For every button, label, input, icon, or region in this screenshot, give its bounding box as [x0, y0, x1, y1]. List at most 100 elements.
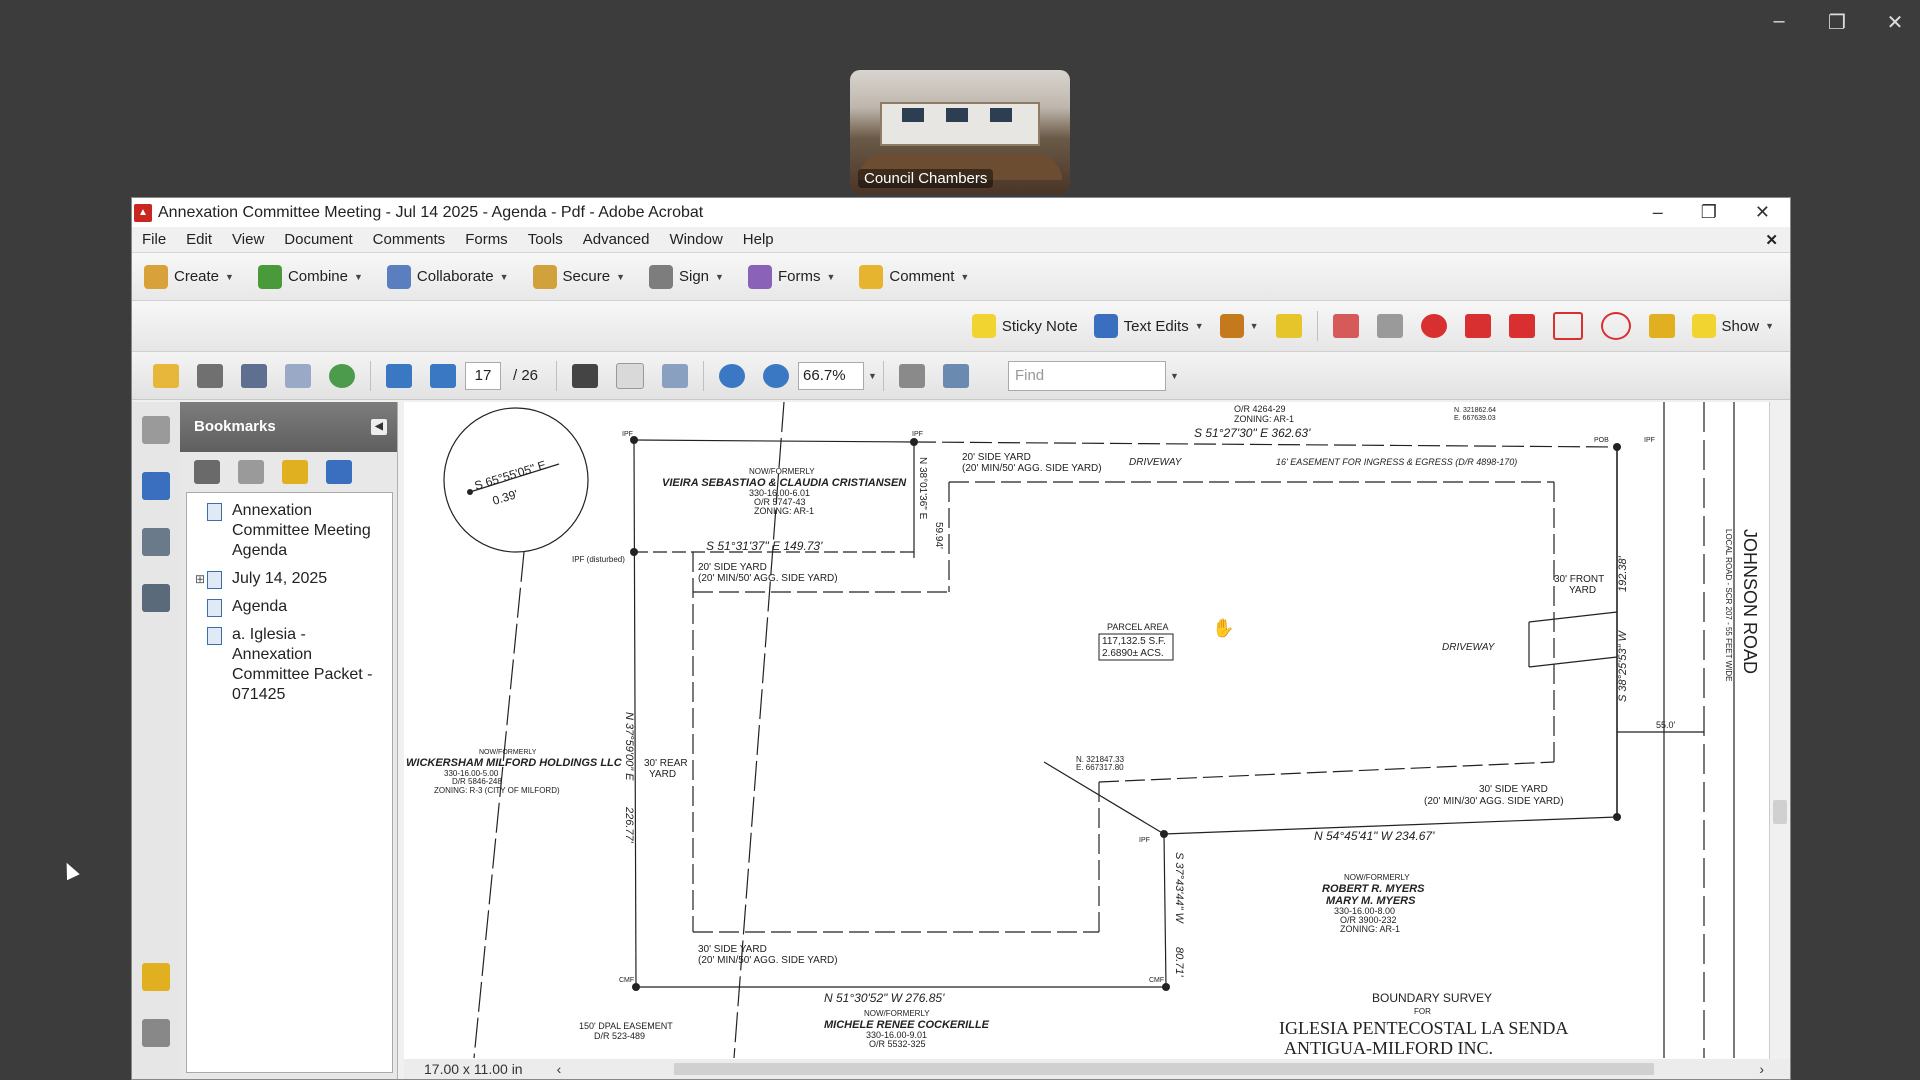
comments-panel-icon[interactable] — [142, 963, 170, 991]
restore-button[interactable]: ❐ — [1701, 202, 1717, 223]
document-view[interactable]: S 65°55'05" E 0.39' NOW/FORMERLY VIEIRA … — [404, 402, 1770, 1059]
menu-advanced[interactable]: Advanced — [573, 231, 660, 248]
navigation-toolbar: 17 / 26 66.7% ▼ Find ▼ — [132, 352, 1790, 400]
chevron-down-icon: ▼ — [353, 271, 363, 282]
email-icon[interactable] — [285, 363, 311, 388]
rectangle-icon[interactable] — [1552, 312, 1583, 340]
menu-file[interactable]: File — [132, 231, 176, 248]
open-folder-icon[interactable] — [153, 363, 179, 388]
title-bar: ▲ Annexation Committee Meeting - Jul 14 … — [132, 198, 1790, 227]
secure-label: Secure — [562, 268, 611, 285]
zoom-out-icon[interactable] — [719, 363, 746, 388]
vertical-scrollbar[interactable] — [1769, 402, 1790, 1059]
share-icon[interactable] — [329, 363, 355, 388]
callout-icon[interactable] — [1332, 314, 1359, 338]
host-minimize-button[interactable]: – — [1764, 10, 1794, 35]
expand-plus-icon[interactable]: ⊞ — [195, 569, 205, 589]
fit-page-icon[interactable] — [942, 363, 969, 388]
scrollbar-thumb[interactable] — [1773, 800, 1787, 824]
close-button[interactable]: ✕ — [1755, 202, 1770, 223]
textbox-icon[interactable] — [1376, 314, 1403, 338]
close-document-icon[interactable]: ✕ — [1755, 231, 1790, 249]
owner-right-1: ROBERT R. MYERS — [1322, 883, 1425, 895]
side-yard-4: 30' SIDE YARD — [698, 944, 767, 955]
show-button[interactable]: Show ▼ — [1684, 314, 1782, 338]
sticky-note-button[interactable]: Sticky Note — [964, 314, 1086, 338]
bookmark-item[interactable]: ⊞ July 14, 2025 — [187, 567, 392, 595]
horizontal-scrollbar-thumb[interactable] — [674, 1063, 1654, 1075]
front-yard-b: YARD — [1569, 585, 1596, 596]
bearing-s37: S 37°43'44" W — [1173, 852, 1185, 925]
signatures-panel-icon[interactable] — [142, 584, 170, 612]
zoom-tool-icon[interactable] — [662, 363, 689, 388]
survey-plat: S 65°55'05" E 0.39' NOW/FORMERLY VIEIRA … — [406, 402, 1760, 1059]
stamp-button[interactable]: ▼ — [1212, 314, 1267, 338]
cloud-icon[interactable] — [1420, 314, 1447, 338]
owner-left-or: D/R 5846-248 — [452, 777, 502, 786]
page-number-input[interactable]: 17 — [465, 361, 501, 390]
bookmarks-panel-icon[interactable] — [142, 472, 170, 500]
menu-comments[interactable]: Comments — [363, 231, 456, 248]
highlight-text-icon[interactable] — [1275, 314, 1302, 338]
attachments-paperclip-icon[interactable] — [142, 1019, 170, 1047]
host-close-button[interactable]: ✕ — [1880, 10, 1910, 35]
select-text-icon[interactable] — [572, 363, 599, 388]
bookmark-label: July 14, 2025 — [232, 570, 328, 587]
parcel-title: PARCEL AREA — [1107, 622, 1169, 632]
forms-button[interactable]: Forms ▼ — [736, 264, 847, 289]
collapse-panel-icon[interactable]: ◀ — [371, 419, 387, 435]
video-thumbnail[interactable]: Council Chambers — [850, 70, 1070, 194]
pencil-icon[interactable] — [1648, 314, 1675, 338]
scroll-left-icon[interactable]: ‹ — [557, 1061, 562, 1077]
chevron-down-icon: ▼ — [616, 271, 625, 282]
menu-window[interactable]: Window — [659, 231, 732, 248]
bookmark-item[interactable]: Agenda — [187, 595, 392, 623]
secure-button[interactable]: Secure ▼ — [521, 264, 637, 289]
find-input[interactable]: Find — [1007, 360, 1166, 391]
scrolling-mode-icon[interactable] — [898, 363, 925, 388]
text-edits-button[interactable]: Text Edits ▼ — [1086, 314, 1212, 338]
bookmark-item[interactable]: a. Iglesia - Annexation Committee Packet… — [187, 623, 392, 711]
zoom-level-field[interactable]: 66.7% — [798, 361, 865, 390]
comment-button[interactable]: Comment ▼ — [847, 264, 981, 289]
sign-button[interactable]: Sign ▼ — [637, 264, 736, 289]
forms-label: Forms — [777, 268, 821, 285]
rear-yard-b: YARD — [649, 769, 676, 780]
scroll-right-icon[interactable]: › — [1759, 1061, 1764, 1077]
side-yard-3b: (20' MIN/30' AGG. SIDE YARD) — [1424, 796, 1564, 807]
save-icon[interactable] — [241, 363, 267, 388]
delete-bookmark-icon[interactable] — [238, 460, 264, 484]
expand-bookmark-icon[interactable] — [326, 460, 352, 484]
menu-document[interactable]: Document — [274, 231, 362, 248]
arrow-icon[interactable] — [1464, 314, 1491, 338]
chevron-down-icon[interactable]: ▼ — [1170, 371, 1179, 381]
survey-for: FOR — [1414, 1007, 1431, 1016]
layers-panel-icon[interactable] — [142, 528, 170, 556]
zoom-in-icon[interactable] — [763, 363, 790, 388]
options-gear-icon[interactable] — [194, 460, 220, 484]
hand-tool-icon[interactable] — [616, 362, 645, 389]
print-icon[interactable] — [197, 363, 223, 388]
sticky-note-label: Sticky Note — [1001, 317, 1078, 335]
ipf-disturbed-label: IPF (disturbed) — [572, 555, 625, 564]
divider — [556, 360, 558, 391]
create-label: Create — [174, 268, 220, 285]
menu-help[interactable]: Help — [733, 231, 784, 248]
chevron-down-icon[interactable]: ▼ — [868, 371, 877, 381]
new-bookmark-icon[interactable] — [282, 460, 308, 484]
host-restore-button[interactable]: ❐ — [1822, 10, 1852, 35]
collaborate-button[interactable]: Collaborate ▼ — [375, 264, 521, 289]
pages-panel-icon[interactable] — [142, 416, 170, 444]
next-page-icon[interactable] — [430, 363, 456, 388]
line-icon[interactable] — [1508, 314, 1535, 338]
previous-page-icon[interactable] — [386, 363, 412, 388]
menu-forms[interactable]: Forms — [455, 231, 518, 248]
menu-view[interactable]: View — [222, 231, 274, 248]
menu-edit[interactable]: Edit — [176, 231, 222, 248]
create-button[interactable]: Create ▼ — [132, 264, 246, 289]
menu-tools[interactable]: Tools — [518, 231, 573, 248]
minimize-button[interactable]: – — [1653, 202, 1663, 223]
oval-icon[interactable] — [1600, 312, 1631, 340]
combine-button[interactable]: Combine ▼ — [246, 264, 375, 289]
bookmark-item[interactable]: Annexation Committee Meeting Agenda — [187, 499, 392, 567]
